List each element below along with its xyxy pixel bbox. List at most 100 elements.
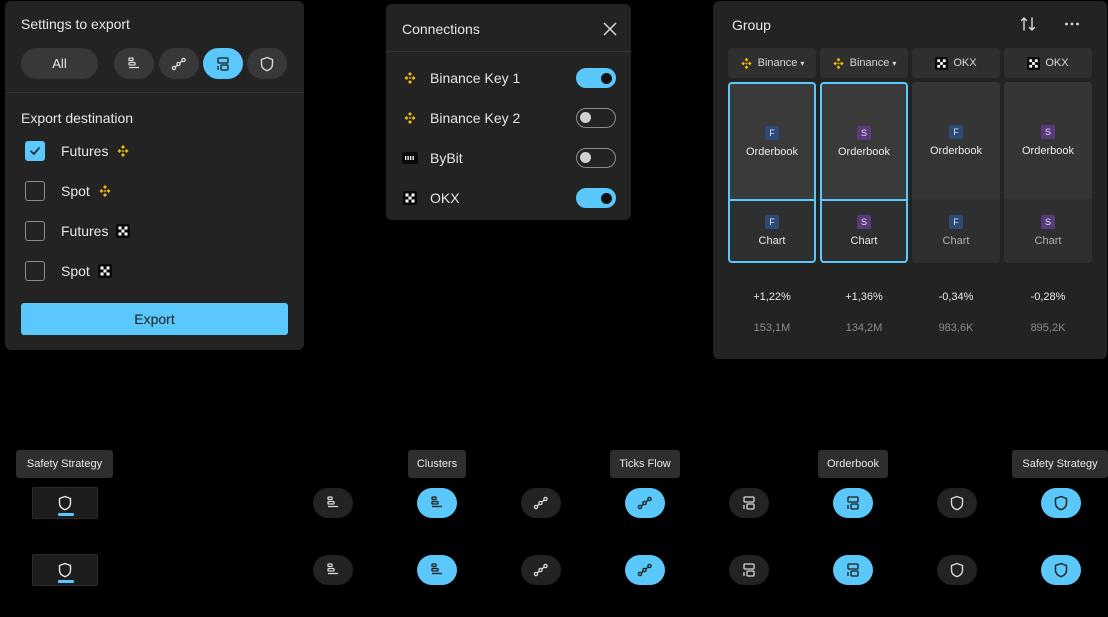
widget-cells: F Orderbook F Chart — [728, 82, 816, 263]
connection-label: Binance Key 2 — [430, 110, 521, 126]
group-column: Binance ▾ F Orderbook F Chart — [728, 48, 816, 263]
connections-title: Connections — [402, 21, 480, 37]
market-tag: F — [765, 125, 779, 140]
volume: 134,2M — [845, 322, 883, 334]
destination-row[interactable]: Spot — [25, 181, 112, 201]
price-change: -0,28% — [1030, 291, 1066, 303]
sort-icon[interactable] — [1019, 15, 1037, 33]
clusters-button[interactable] — [313, 555, 353, 585]
orderbook-cell[interactable]: S Orderbook — [822, 84, 906, 201]
clusters-button[interactable] — [313, 488, 353, 518]
price-change: -0,34% — [938, 291, 974, 303]
checkbox[interactable] — [25, 181, 45, 201]
safety-strategy-tab[interactable] — [32, 487, 98, 519]
connection-toggle[interactable] — [576, 108, 616, 128]
okx-icon — [98, 264, 112, 278]
group-column: Binance ▾ S Orderbook S Chart — [820, 48, 908, 263]
shield-icon — [258, 55, 276, 73]
okx-icon — [402, 190, 418, 206]
orderbook-icon — [740, 561, 758, 579]
clusters-button-active[interactable] — [417, 488, 457, 518]
destination-label: Futures — [61, 223, 109, 239]
orderbook-icon — [740, 494, 758, 512]
checkbox[interactable] — [25, 261, 45, 281]
binance-icon — [402, 70, 418, 86]
clusters-button-active[interactable] — [417, 555, 457, 585]
shield-icon — [948, 561, 966, 579]
orderbook-button-active[interactable] — [833, 555, 873, 585]
ticks-flow-button[interactable] — [521, 555, 561, 585]
clusters-icon — [324, 494, 342, 512]
active-indicator — [58, 513, 74, 516]
ticks-flow-icon — [532, 561, 550, 579]
ticks-flow-button[interactable] — [521, 488, 561, 518]
exchange-name: Binance — [757, 57, 798, 69]
chart-cell[interactable]: F Chart — [730, 201, 814, 261]
safety-strategy-tooltip: Safety Strategy — [1012, 450, 1108, 478]
orderbook-button[interactable] — [729, 555, 769, 585]
destination-row[interactable]: Futures — [25, 221, 130, 241]
chart-cell[interactable]: F Chart — [912, 199, 1000, 263]
close-icon[interactable] — [602, 21, 618, 37]
widget-cells: S Orderbook S Chart — [1004, 82, 1092, 263]
safety-strategy-button[interactable] — [937, 555, 977, 585]
group-title: Group — [732, 17, 771, 33]
destination-row[interactable]: Futures — [25, 141, 130, 161]
market-tag: F — [765, 215, 779, 229]
orderbook-filter-button[interactable] — [203, 48, 243, 79]
bybit-icon — [402, 150, 418, 166]
ticks-flow-icon — [636, 561, 654, 579]
connection-toggle[interactable] — [576, 148, 616, 168]
exchange-selector[interactable]: OKX — [912, 48, 1000, 78]
clusters-filter-button[interactable] — [114, 48, 154, 79]
ticks-flow-tooltip: Ticks Flow — [610, 450, 680, 478]
ticks-flow-filter-button[interactable] — [159, 48, 199, 79]
safety-strategy-filter-button[interactable] — [247, 48, 287, 79]
destination-row[interactable]: Spot — [25, 261, 112, 281]
safety-strategy-button[interactable] — [937, 488, 977, 518]
orderbook-tooltip: Orderbook — [818, 450, 888, 478]
ticks-flow-button-active[interactable] — [625, 488, 665, 518]
all-filter-button[interactable]: All — [21, 48, 98, 79]
binance-icon — [402, 110, 418, 126]
binance-icon — [740, 57, 753, 70]
destination-label: Spot — [61, 183, 90, 199]
safety-strategy-button-active[interactable] — [1041, 555, 1081, 585]
binance-icon — [98, 184, 112, 198]
safety-strategy-tab[interactable] — [32, 554, 98, 586]
more-icon[interactable] — [1063, 15, 1081, 33]
checkbox[interactable] — [25, 221, 45, 241]
ticks-flow-button-active[interactable] — [625, 555, 665, 585]
exchange-dropdown[interactable]: Binance ▾ — [820, 48, 908, 78]
orderbook-cell[interactable]: F Orderbook — [912, 82, 1000, 199]
widget-cells: S Orderbook S Chart — [820, 82, 908, 263]
orderbook-cell[interactable]: F Orderbook — [730, 84, 814, 201]
shield-icon — [1052, 561, 1070, 579]
cell-label: Chart — [942, 235, 970, 247]
connection-toggle[interactable] — [576, 188, 616, 208]
orderbook-icon — [214, 55, 232, 73]
chart-cell[interactable]: S Chart — [822, 201, 906, 261]
export-button[interactable]: Export — [21, 303, 288, 335]
exchange-name: OKX — [953, 57, 977, 69]
cell-label: Chart — [1034, 235, 1062, 247]
connection-toggle[interactable] — [576, 68, 616, 88]
price-change: +1,22% — [753, 291, 791, 303]
orderbook-cell[interactable]: S Orderbook — [1004, 82, 1092, 199]
market-tag: S — [857, 125, 871, 140]
connection-row: ByBit — [402, 148, 616, 168]
chart-cell[interactable]: S Chart — [1004, 199, 1092, 263]
exchange-dropdown[interactable]: Binance ▾ — [728, 48, 816, 78]
checkbox[interactable] — [25, 141, 45, 161]
orderbook-button[interactable] — [729, 488, 769, 518]
shield-icon — [1052, 494, 1070, 512]
orderbook-button-active[interactable] — [833, 488, 873, 518]
group-panel: Group Binance ▾ F Orderbook F Chart Bina… — [713, 1, 1107, 359]
divider — [5, 92, 304, 93]
exchange-selector[interactable]: OKX — [1004, 48, 1092, 78]
clusters-tooltip: Clusters — [408, 450, 466, 478]
clusters-icon — [125, 55, 143, 73]
safety-strategy-button-active[interactable] — [1041, 488, 1081, 518]
okx-icon — [935, 57, 948, 70]
cell-label: Chart — [850, 235, 878, 247]
